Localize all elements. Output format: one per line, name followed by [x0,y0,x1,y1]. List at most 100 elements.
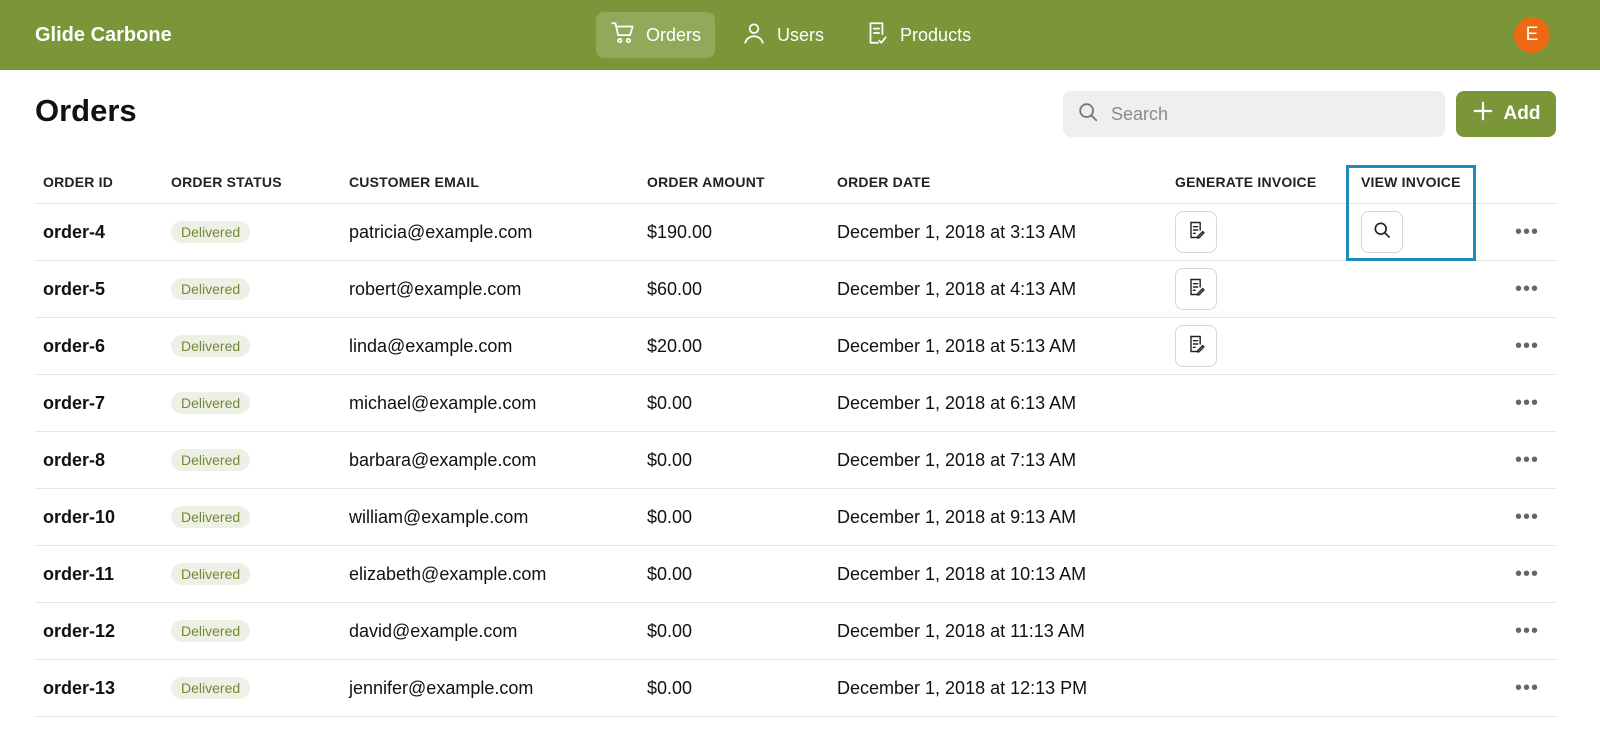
row-actions-cell: ••• [1515,432,1539,488]
customer-email: elizabeth@example.com [349,563,547,584]
nav-item-users[interactable]: Users [727,12,838,58]
row-actions-cell: ••• [1515,261,1539,317]
generate-invoice-cell [1175,318,1217,374]
more-options-icon[interactable]: ••• [1515,278,1539,301]
column-header-order-status[interactable]: ORDER STATUS [171,174,282,190]
table-header: ORDER ID ORDER STATUS CUSTOMER EMAIL ORD… [35,160,1556,204]
status-badge: Delivered [171,506,251,528]
more-options-icon[interactable]: ••• [1515,506,1539,529]
table-row[interactable]: order-7 Delivered michael@example.com $0.00… [35,375,1556,432]
order-status-cell: Delivered [171,546,251,602]
order-status-cell: Delivered [171,432,251,488]
search-input[interactable] [1111,103,1431,125]
customer-email: linda@example.com [349,335,513,356]
cart-icon [610,20,636,51]
order-id[interactable]: order-6 [43,318,105,374]
order-id[interactable]: order-13 [43,660,115,716]
table-row[interactable]: order-5 Delivered robert@example.com $60.00… [35,261,1556,318]
more-options-icon[interactable]: ••• [1515,620,1539,643]
customer-email: william@example.com [349,506,529,527]
order-status-cell: Delivered [171,375,251,431]
row-actions-cell: ••• [1515,204,1539,260]
table-row[interactable]: order-4 Delivered patricia@example.com $190… [35,204,1556,261]
generate-invoice-cell [1175,261,1217,317]
order-status-cell: Delivered [171,489,251,545]
nav-label: Products [900,24,972,45]
generate-invoice-button[interactable] [1175,211,1217,253]
order-id[interactable]: order-10 [43,489,115,545]
order-date: December 1, 2018 at 4:13 AM [837,278,1077,299]
search-box[interactable] [1063,91,1445,137]
order-id[interactable]: order-8 [43,432,105,488]
invoice-edit-icon [1186,277,1206,302]
user-icon [741,20,767,51]
order-date: December 1, 2018 at 9:13 AM [837,506,1077,527]
more-options-icon[interactable]: ••• [1515,677,1539,700]
nav-item-products[interactable]: Products [850,12,985,58]
row-actions-cell: ••• [1515,489,1539,545]
view-invoice-highlight [1346,165,1476,261]
status-badge: Delivered [171,335,251,357]
order-id[interactable]: order-5 [43,261,105,317]
order-amount: $190.00 [647,221,713,242]
generate-invoice-cell [1175,204,1217,260]
order-id[interactable]: order-4 [43,204,105,260]
column-header-order-date[interactable]: ORDER DATE [837,174,931,190]
orders-table: ORDER ID ORDER STATUS CUSTOMER EMAIL ORD… [35,160,1556,717]
order-id[interactable]: order-11 [43,546,114,602]
status-badge: Delivered [171,620,251,642]
table-row[interactable]: order-10 Delivered william@example.com $0.0… [35,489,1556,546]
column-header-order-id[interactable]: ORDER ID [43,174,113,190]
status-badge: Delivered [171,221,251,243]
order-date: December 1, 2018 at 3:13 AM [837,221,1077,242]
customer-email: patricia@example.com [349,221,533,242]
generate-invoice-button[interactable] [1175,268,1217,310]
status-badge: Delivered [171,563,251,585]
nav-item-orders[interactable]: Orders [596,12,716,58]
order-status-cell: Delivered [171,261,251,317]
row-actions-cell: ••• [1515,603,1539,659]
plus-icon [1472,100,1494,128]
order-date: December 1, 2018 at 7:13 AM [837,449,1077,470]
order-id[interactable]: order-12 [43,603,115,659]
customer-email: david@example.com [349,620,518,641]
order-amount: $0.00 [647,620,693,641]
row-actions-cell: ••• [1515,375,1539,431]
order-amount: $0.00 [647,506,693,527]
add-button-label: Add [1503,103,1541,124]
more-options-icon[interactable]: ••• [1515,392,1539,415]
order-date: December 1, 2018 at 10:13 AM [837,563,1087,584]
column-header-order-amount[interactable]: ORDER AMOUNT [647,174,765,190]
order-amount: $0.00 [647,563,693,584]
column-header-generate-invoice[interactable]: GENERATE INVOICE [1175,174,1316,190]
row-actions-cell: ••• [1515,318,1539,374]
more-options-icon[interactable]: ••• [1515,221,1539,244]
status-badge: Delivered [171,278,251,300]
add-button[interactable]: Add [1456,91,1556,137]
order-amount: $60.00 [647,278,703,299]
main-nav: Orders Users Products [596,12,985,58]
customer-email: robert@example.com [349,278,522,299]
invoice-edit-icon [1186,220,1206,245]
status-badge: Delivered [171,392,251,414]
table-row[interactable]: order-11 Delivered elizabeth@example.com $0… [35,546,1556,603]
search-icon [1077,101,1099,128]
status-badge: Delivered [171,449,251,471]
page-title: Orders [35,93,137,128]
avatar[interactable]: E [1514,17,1550,53]
more-options-icon[interactable]: ••• [1515,563,1539,586]
order-status-cell: Delivered [171,318,251,374]
table-row[interactable]: order-13 Delivered jennifer@example.com $0.… [35,660,1556,717]
brand-name[interactable]: Glide Carbone [35,0,172,70]
order-id[interactable]: order-7 [43,375,105,431]
column-header-customer-email[interactable]: CUSTOMER EMAIL [349,174,479,190]
table-row[interactable]: order-8 Delivered barbara@example.com $0.00… [35,432,1556,489]
status-badge: Delivered [171,677,251,699]
order-date: December 1, 2018 at 5:13 AM [837,335,1077,356]
more-options-icon[interactable]: ••• [1515,335,1539,358]
table-row[interactable]: order-6 Delivered linda@example.com $20.00 D… [35,318,1556,375]
table-row[interactable]: order-12 Delivered david@example.com $0.00 D… [35,603,1556,660]
invoice-edit-icon [1186,334,1206,359]
more-options-icon[interactable]: ••• [1515,449,1539,472]
generate-invoice-button[interactable] [1175,325,1217,367]
